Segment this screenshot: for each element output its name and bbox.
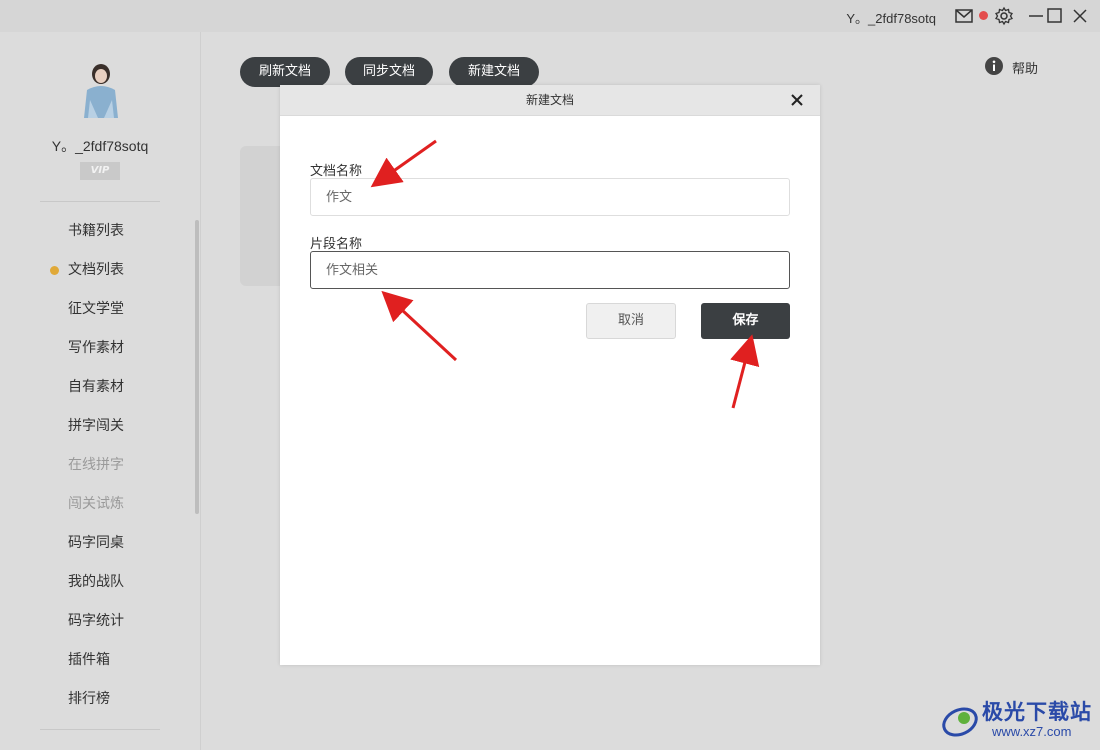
avatar[interactable]: [72, 60, 130, 122]
sidebar-item-online-typing[interactable]: 在线拼字: [68, 455, 124, 475]
sidebar: Y。_2fdf78sotq VIP 书籍列表 文档列表 征文学堂 写作素材 自有…: [0, 32, 201, 750]
watermark-url: www.xz7.com: [992, 724, 1072, 739]
sidebar-scrollbar[interactable]: [195, 220, 199, 514]
close-icon[interactable]: [1070, 6, 1090, 26]
watermark-title: 极光下载站: [982, 700, 1092, 724]
titlebar-username[interactable]: Y。_2fdf78sotq: [846, 8, 936, 27]
dialog-title: 新建文档: [525, 93, 574, 107]
gear-icon[interactable]: [994, 6, 1014, 26]
doc-name-field[interactable]: 作文: [310, 178, 790, 216]
divider: [40, 201, 160, 202]
sidebar-item-essay-school[interactable]: 征文学堂: [68, 299, 124, 319]
sidebar-item-trial[interactable]: 闯关试炼: [68, 494, 124, 514]
mail-icon[interactable]: [954, 6, 974, 26]
vip-badge: VIP: [80, 162, 120, 180]
sidebar-username[interactable]: Y。_2fdf78sotq: [0, 136, 200, 156]
title-bar: Y。_2fdf78sotq: [0, 0, 1100, 32]
refresh-docs-button[interactable]: 刷新文档: [240, 57, 330, 87]
sidebar-item-typing-partner[interactable]: 码字同桌: [68, 533, 124, 553]
doc-name-label: 文档名称: [310, 164, 363, 179]
save-button[interactable]: 保存: [701, 303, 790, 339]
sidebar-item-typing-challenge[interactable]: 拼字闯关: [68, 416, 124, 436]
cancel-button[interactable]: 取消: [586, 303, 676, 339]
sidebar-item-plugins[interactable]: 插件箱: [68, 650, 110, 670]
notification-badge-icon: [979, 11, 988, 20]
sidebar-item-typing-stats[interactable]: 码字统计: [68, 611, 124, 631]
minimize-icon[interactable]: [1026, 6, 1046, 26]
help-link[interactable]: 帮助: [1012, 58, 1038, 77]
dialog-header: 新建文档: [280, 85, 820, 116]
divider: [40, 729, 160, 730]
segment-name-field[interactable]: 作文相关: [310, 251, 790, 289]
sidebar-item-my-team[interactable]: 我的战队: [68, 572, 124, 592]
maximize-icon[interactable]: [1044, 6, 1064, 26]
segment-name-label: 片段名称: [310, 237, 363, 252]
watermark-logo: 极光下载站 www.xz7.com: [940, 696, 1095, 744]
active-indicator-icon: [50, 266, 59, 275]
watermark-logo-icon: [942, 707, 978, 737]
sidebar-item-own-material[interactable]: 自有素材: [68, 377, 124, 397]
sidebar-item-writing-material[interactable]: 写作素材: [68, 338, 124, 358]
sidebar-item-ranking[interactable]: 排行榜: [68, 689, 110, 709]
info-icon[interactable]: [984, 56, 1004, 76]
close-icon[interactable]: [790, 93, 804, 107]
new-doc-button[interactable]: 新建文档: [449, 57, 539, 87]
sidebar-item-book-list[interactable]: 书籍列表: [68, 221, 124, 241]
sync-docs-button[interactable]: 同步文档: [345, 57, 433, 87]
new-doc-dialog: 新建文档 文档名称 作文 片段名称 作文相关 取消 保存: [280, 85, 820, 665]
sidebar-item-doc-list[interactable]: 文档列表: [68, 260, 124, 280]
